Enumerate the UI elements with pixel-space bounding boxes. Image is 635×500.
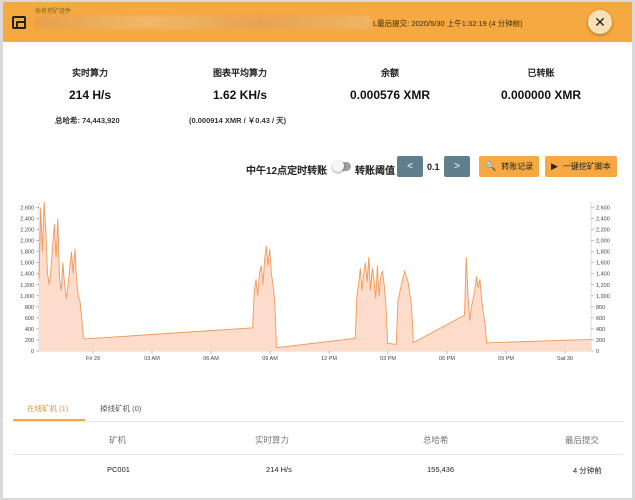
y-tick-label-left: 2,000	[20, 239, 34, 245]
hashrate-chart: 0 0 200 200 400 400 600 600 800 800 1,000 1,000 1,20…	[20, 201, 610, 362]
y-tick-label-right: 1,400	[596, 272, 610, 278]
noon-transfer-label: 中午12点定时转账	[246, 166, 328, 177]
hashrate-line	[38, 201, 592, 349]
y-tick-label-left: 1,800	[20, 250, 34, 256]
total-hashes: 总哈希: 74,443,920	[55, 116, 120, 125]
y-tick-label-left: 1,400	[20, 272, 34, 278]
threshold-label: 转账阈值	[355, 166, 395, 177]
mining-script-label: 一键挖矿脚本	[562, 162, 611, 171]
y-tick-label-right: 2,000	[596, 239, 610, 245]
table-cell-hashrate: 214 H/s	[266, 465, 292, 474]
paid-value: 0.000000 XMR	[500, 88, 582, 102]
avg-value: 1.62 KH/s	[212, 88, 268, 102]
x-tick-label: 03 PM	[380, 356, 396, 362]
y-tick-label-right: 2,400	[596, 217, 610, 223]
y-tick-label-left: 200	[25, 338, 34, 344]
table-cell-total-hashes: 155,436	[427, 465, 455, 474]
redacted-address	[35, 16, 371, 29]
realtime-value: 214 H/s	[68, 88, 112, 102]
tab-offline-miners[interactable]: 掉线矿机 (0)	[100, 403, 141, 414]
table-cell-miner: PC001	[107, 465, 130, 474]
y-tick-label-right: 1,800	[596, 250, 610, 256]
x-tick-label: 09 PM	[498, 356, 514, 362]
hashrate-area	[39, 202, 591, 351]
x-tick-label: Sat 30	[557, 356, 573, 362]
table-cell-last-submit: 4 分钟前	[573, 466, 602, 475]
col-header-total-hashes: 总哈希	[423, 435, 449, 445]
y-tick-label-left: 400	[25, 327, 34, 333]
y-tick-label-right: 1,000	[596, 294, 610, 300]
last-submit-text: L最后提交: 2020/5/30 上午1:32:19 (4 分钟前)	[373, 19, 523, 28]
y-tick-label-right: 2,200	[596, 228, 610, 234]
avg-label: 图表平均算力	[212, 68, 267, 78]
stat-balance: 余额	[315, 66, 465, 79]
balance-value: 0.000576 XMR	[349, 88, 431, 102]
noon-transfer-toggle[interactable]	[332, 160, 351, 172]
wallet-icon	[12, 16, 26, 29]
y-tick-label-left: 600	[25, 316, 34, 322]
tab-online-miners[interactable]: 在线矿机 (1)	[27, 403, 68, 414]
y-tick-label-right: 1,600	[596, 261, 610, 267]
table-header-divider	[13, 454, 623, 455]
col-header-miner: 矿机	[109, 435, 127, 445]
tab-divider	[13, 421, 623, 422]
y-tick-label-right: 2,600	[596, 206, 610, 212]
y-tick-label-right: 800	[596, 305, 605, 311]
y-tick-label-right: 1,200	[596, 283, 610, 289]
threshold-decrease-button[interactable]: <	[397, 156, 423, 177]
y-tick-label-left: 2,200	[20, 228, 34, 234]
chevron-right-icon: >	[454, 161, 460, 172]
close-icon: ✕	[594, 13, 606, 30]
y-tick-label-right: 400	[596, 327, 605, 333]
stat-average: 图表平均算力	[165, 66, 315, 79]
miner-dialog: 命名挖矿组件 L最后提交: 2020/5/30 上午1:32:19 (4 分钟前…	[3, 2, 632, 498]
x-tick-label: 06 AM	[203, 356, 219, 362]
threshold-value: 0.1	[427, 162, 440, 172]
y-tick-label-right: 600	[596, 316, 605, 322]
paid-label: 已转账	[527, 68, 555, 78]
y-tick-label-left: 2,600	[20, 206, 34, 212]
y-tick-label-right: 200	[596, 338, 605, 344]
dialog-header: 命名挖矿组件 L最后提交: 2020/5/30 上午1:32:19 (4 分钟前…	[3, 2, 632, 42]
col-header-hashrate: 实时算力	[255, 435, 290, 445]
search-doc-icon: 🔍	[485, 161, 497, 171]
transfer-log-button[interactable]: 🔍 转账记录	[479, 156, 540, 177]
realtime-label: 实时算力	[71, 68, 108, 78]
x-tick-label: 12 PM	[321, 356, 337, 362]
y-tick-label-left: 1,600	[20, 261, 34, 267]
x-tick-label: 06 PM	[439, 356, 455, 362]
balance-label: 余额	[380, 68, 399, 78]
mining-script-button[interactable]: ▶ 一键挖矿脚本	[545, 156, 617, 177]
y-tick-label-left: 0	[31, 349, 34, 355]
transfer-log-label: 转账记录	[501, 162, 534, 171]
stat-realtime: 实时算力	[15, 66, 165, 79]
stat-paid: 已转账	[466, 66, 616, 79]
header-small-label: 命名挖矿组件	[35, 9, 72, 15]
x-tick-label: 09 AM	[262, 356, 278, 362]
chevron-left-icon: <	[407, 161, 413, 172]
col-header-last-submit: 最后提交	[565, 435, 600, 445]
play-icon: ▶	[551, 161, 558, 171]
y-tick-label-left: 1,000	[20, 294, 34, 300]
x-tick-label: Fri 29	[86, 356, 100, 362]
y-tick-label-left: 800	[25, 305, 34, 311]
x-tick-label: 03 AM	[144, 356, 160, 362]
close-button[interactable]: ✕	[588, 10, 612, 34]
y-tick-label-left: 1,200	[20, 283, 34, 289]
y-tick-label-left: 2,400	[20, 217, 34, 223]
avg-earnings: (0.000914 XMR / ￥0.43 / 天)	[189, 116, 287, 125]
y-tick-label-right: 0	[596, 349, 599, 355]
threshold-increase-button[interactable]: >	[444, 156, 470, 177]
